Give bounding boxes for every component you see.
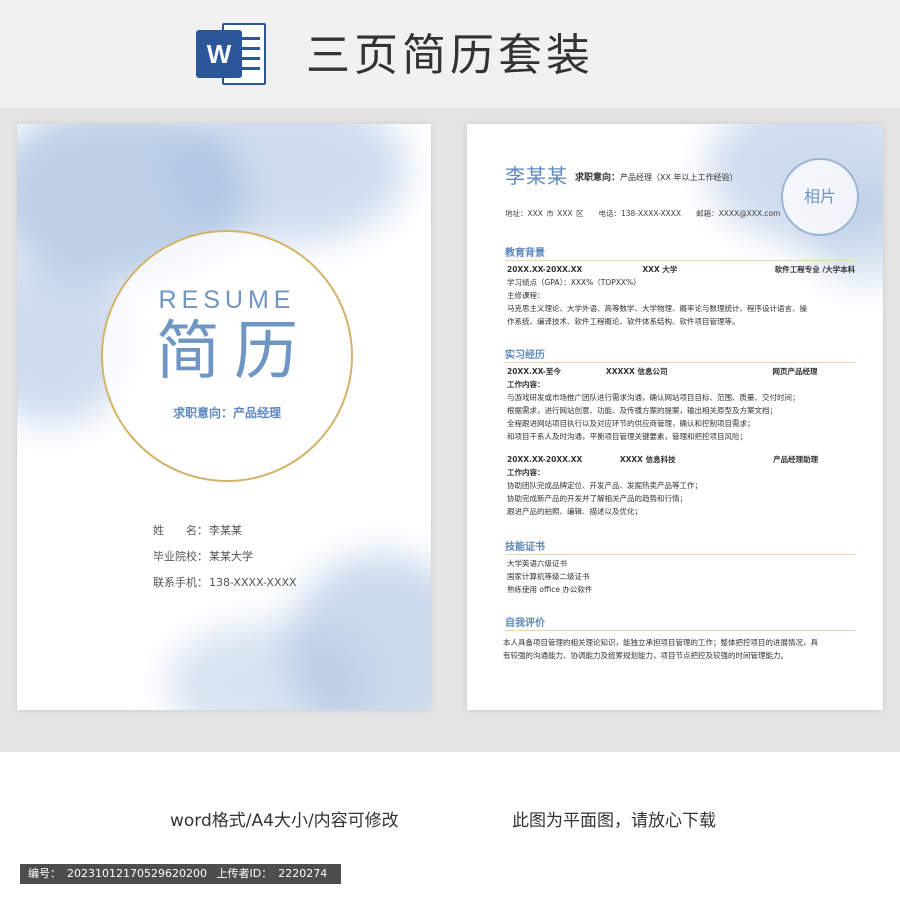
resume-intent-label: 求职意向： — [575, 173, 621, 183]
internship-line: 跟进产品的拍照、编辑、描述以及优化； — [507, 507, 642, 516]
photo-placeholder: 相片 — [781, 158, 859, 236]
section-title-education: 教育背景 — [505, 248, 545, 259]
internship-line: 协助完成新产品的开发并了解相关产品的趋势和行情； — [507, 494, 687, 503]
page-title: 三页简历套装 — [306, 30, 594, 81]
cover-info-school: 毕业院校：某某大学 — [153, 548, 253, 564]
self-evaluation-line: 有较强的沟通能力、协调能力及统筹规划能力，项目节点把控及较强的时间管理能力。 — [503, 651, 788, 660]
upload-info-bar: 编号： 20231012170529620200 上传者ID： 2220274 — [20, 864, 342, 884]
internship-line: 和项目干系人及时沟通，平衡项目管理关键要素，管理和把控项目风险； — [507, 432, 747, 441]
self-evaluation-line: 本人具备项目管理的相关理论知识，能独立承担项目管理的工作；整体把控项目的进展情况… — [503, 638, 818, 647]
resume-contact: 地址：XXX 市 XXX 区 电话：138-XXXX-XXXX 邮箱：XXXX@… — [505, 209, 781, 218]
word-badge: W — [196, 30, 242, 78]
internship-line: 20XX.XX-至今 XXXXX 信息公司 网页产品经理 — [507, 367, 818, 376]
cover-info-value: 138-XXXX-XXXX — [209, 576, 297, 589]
id-label: 编号： — [28, 867, 61, 880]
cover-info-value: 李某某 — [209, 524, 242, 537]
skill-line: 大学英语六级证书 — [507, 559, 567, 568]
resume-name: 李某某 — [505, 164, 568, 188]
skill-line: 国家计算机等级二级证书 — [507, 572, 590, 581]
education-line: 作系统、编译技术、软件工程概论、软件体系结构、软件项目管理等。 — [507, 317, 740, 326]
header: W 三页简历套装 — [0, 0, 900, 108]
section-divider — [505, 554, 855, 555]
word-icon: W — [196, 18, 270, 90]
section-divider — [505, 362, 855, 363]
cover-gold-ring: RESUME 简历 求职意向：产品经理 — [101, 230, 353, 482]
internship-line: 20XX.XX-20XX.XX XXXX 信息科技 产品经理助理 — [507, 455, 819, 464]
id-value: 20231012170529620200 — [67, 867, 207, 880]
education-line: 主修课程： — [507, 291, 545, 300]
section-title-self-evaluation: 自我评价 — [505, 618, 545, 629]
cover-info-label: 姓 名： — [153, 524, 208, 537]
cover-info-value: 某某大学 — [209, 550, 253, 563]
section-title-skills: 技能证书 — [505, 542, 545, 553]
internship-line: 工作内容： — [507, 380, 545, 389]
uploader-label: 上传者ID： — [216, 867, 273, 880]
flat-image-note: 此图为平面图，请放心下载 — [512, 811, 716, 831]
internship-line: 工作内容： — [507, 468, 545, 477]
resume-job-intent: 求职意向：产品经理（XX 年以上工作经验） — [575, 170, 738, 183]
footer: word格式/A4大小/内容可修改 此图为平面图，请放心下载 — [0, 806, 900, 831]
internship-line: 全程跟进网站项目执行以及对应环节的供应商管理，确认和控制项目需求； — [507, 419, 755, 428]
education-line: 学习绩点（GPA）：XXX%（TOPXX%） — [507, 278, 641, 287]
uploader-value: 2220274 — [278, 867, 328, 880]
cover-job-intent: 求职意向：产品经理 — [172, 406, 281, 420]
internship-line: 协助团队完成品牌定位、开发产品、发掘热卖产品等工作； — [507, 481, 702, 490]
cover-resume-label: RESUME — [158, 286, 296, 314]
section-divider — [505, 630, 855, 631]
section-divider — [505, 260, 855, 261]
education-line: 马克思主义理论、大学外语、高等数学、大学物理、概率论与数理统计、程序设计语言、操 — [507, 304, 807, 313]
cover-info-label: 联系手机： — [153, 576, 208, 589]
internship-line: 根据需求，进行网站创意、功能、及传播方案的提案，输出相关原型及方案文档； — [507, 406, 777, 415]
skill-line: 熟练使用 office 办公软件 — [507, 585, 593, 594]
cover-page: RESUME 简历 求职意向：产品经理 姓 名：李某某 毕业院校：某某大学 联系… — [17, 124, 431, 710]
education-line: 20XX.XX-20XX.XX XXX 大学 软件工程专业 /大学本科 — [507, 265, 856, 274]
resume-intent-value: 产品经理（XX 年以上工作经验） — [620, 173, 738, 182]
resume-page: 李某某 求职意向：产品经理（XX 年以上工作经验） 地址：XXX 市 XXX 区… — [467, 124, 883, 710]
cover-title: 简历 — [156, 315, 312, 389]
cover-info-label: 毕业院校： — [153, 550, 208, 563]
cover-info-phone: 联系手机：138-XXXX-XXXX — [153, 574, 297, 590]
preview-stage: RESUME 简历 求职意向：产品经理 姓 名：李某某 毕业院校：某某大学 联系… — [0, 108, 900, 752]
section-title-internship: 实习经历 — [505, 350, 545, 361]
internship-line: 与游戏研发或市场推广团队进行需求沟通，确认网站项目目标、范围、质量、交付时间； — [507, 393, 800, 402]
format-caption: word格式/A4大小/内容可修改 — [170, 811, 399, 831]
cover-info-name: 姓 名：李某某 — [153, 522, 242, 538]
